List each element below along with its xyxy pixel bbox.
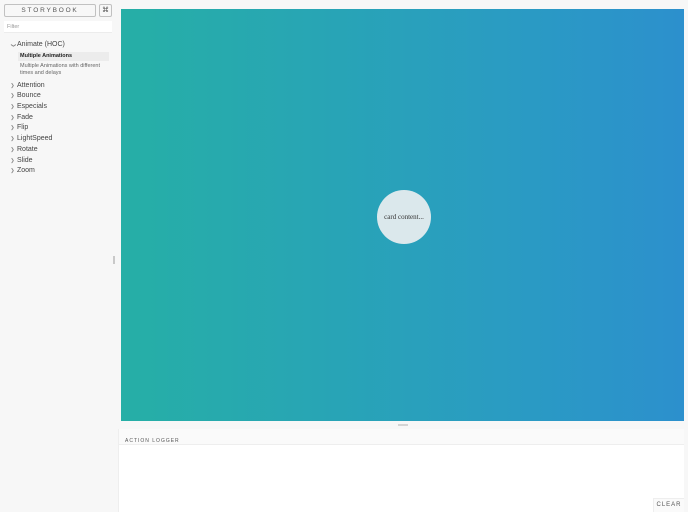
tree-item-especials[interactable]: ❯ Especials <box>0 102 114 113</box>
panel-tab-bar: ACTION LOGGER <box>119 429 684 445</box>
tree-item-label: Zoom <box>17 167 35 175</box>
tab-action-logger[interactable]: ACTION LOGGER <box>125 433 180 449</box>
sidebar-resize-handle[interactable] <box>113 256 115 264</box>
sidebar: STORYBOOK ⌘ ❯ Animate (HOC) Multiple Ani… <box>0 0 114 512</box>
storybook-app: STORYBOOK ⌘ ❯ Animate (HOC) Multiple Ani… <box>0 0 688 512</box>
tree-item-label: Bounce <box>17 92 41 100</box>
brand-row: STORYBOOK ⌘ <box>4 4 112 17</box>
chevron-right-icon: ❯ <box>10 82 15 89</box>
tree-item-label: Fade <box>17 113 33 121</box>
clear-button[interactable]: CLEAR <box>653 498 684 512</box>
chevron-right-icon: ❯ <box>10 125 15 132</box>
tree-item-attention[interactable]: ❯ Attention <box>0 81 114 92</box>
storybook-brand-button[interactable]: STORYBOOK <box>4 4 96 17</box>
chevron-right-icon: ❯ <box>10 157 15 164</box>
preview-canvas: card content... <box>121 9 684 421</box>
tree-item-zoom[interactable]: ❯ Zoom <box>0 166 114 177</box>
tree-item-flip[interactable]: ❯ Flip <box>0 123 114 134</box>
chevron-right-icon: ❯ <box>10 136 15 143</box>
card-content: card content... <box>377 190 431 244</box>
chevron-right-icon: ❯ <box>10 146 15 153</box>
command-icon: ⌘ <box>102 7 109 14</box>
tree-item-fade[interactable]: ❯ Fade <box>0 113 114 124</box>
chevron-right-icon: ❯ <box>10 93 15 100</box>
tree-item-rotate[interactable]: ❯ Rotate <box>0 145 114 156</box>
filter-input[interactable] <box>4 21 112 33</box>
chevron-right-icon: ❯ <box>10 104 15 111</box>
tree-item-label: Flip <box>17 124 29 132</box>
story-tree: ❯ Animate (HOC) Multiple Animations Mult… <box>0 40 114 177</box>
story-multiple-animations[interactable]: Multiple Animations <box>18 51 109 61</box>
tree-item-lightspeed[interactable]: ❯ LightSpeed <box>0 134 114 145</box>
tree-item-label: Especials <box>17 103 47 111</box>
tree-item-slide[interactable]: ❯ Slide <box>0 156 114 167</box>
tree-item-bounce[interactable]: ❯ Bounce <box>0 91 114 102</box>
tree-item-label: Slide <box>17 156 33 164</box>
addon-panel: ACTION LOGGER CLEAR <box>118 429 684 512</box>
tree-item-animate-hoc[interactable]: ❯ Animate (HOC) <box>0 40 114 51</box>
panel-resize-handle[interactable] <box>398 424 408 426</box>
tree-item-label: Attention <box>17 81 45 89</box>
tree-item-label: Animate (HOC) <box>17 41 65 48</box>
story-multiple-animations-with-delays[interactable]: Multiple Animations with different times… <box>18 63 109 77</box>
tree-item-label: Rotate <box>17 145 38 153</box>
chevron-right-icon: ❯ <box>10 168 15 175</box>
chevron-right-icon: ❯ <box>10 114 15 121</box>
shortcuts-button[interactable]: ⌘ <box>99 4 112 17</box>
tree-item-label: LightSpeed <box>17 135 53 143</box>
